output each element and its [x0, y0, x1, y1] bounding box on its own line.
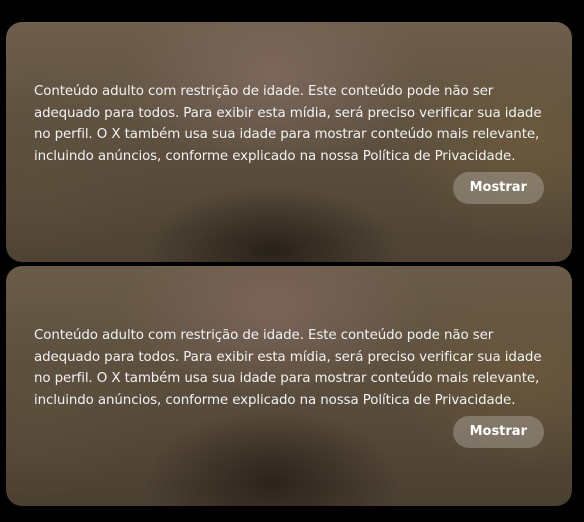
age-restriction-warning: Conteúdo adulto com restrição de idade. … [34, 328, 542, 408]
age-restriction-warning: Conteúdo adulto com restrição de idade. … [34, 84, 542, 164]
show-media-button[interactable]: Mostrar [452, 172, 544, 204]
media-feed: Conteúdo adulto com restrição de idade. … [0, 0, 584, 522]
show-media-button[interactable]: Mostrar [452, 416, 544, 448]
sensitive-media-card: Conteúdo adulto com restrição de idade. … [6, 22, 572, 262]
sensitive-media-card: Conteúdo adulto com restrição de idade. … [6, 266, 572, 506]
